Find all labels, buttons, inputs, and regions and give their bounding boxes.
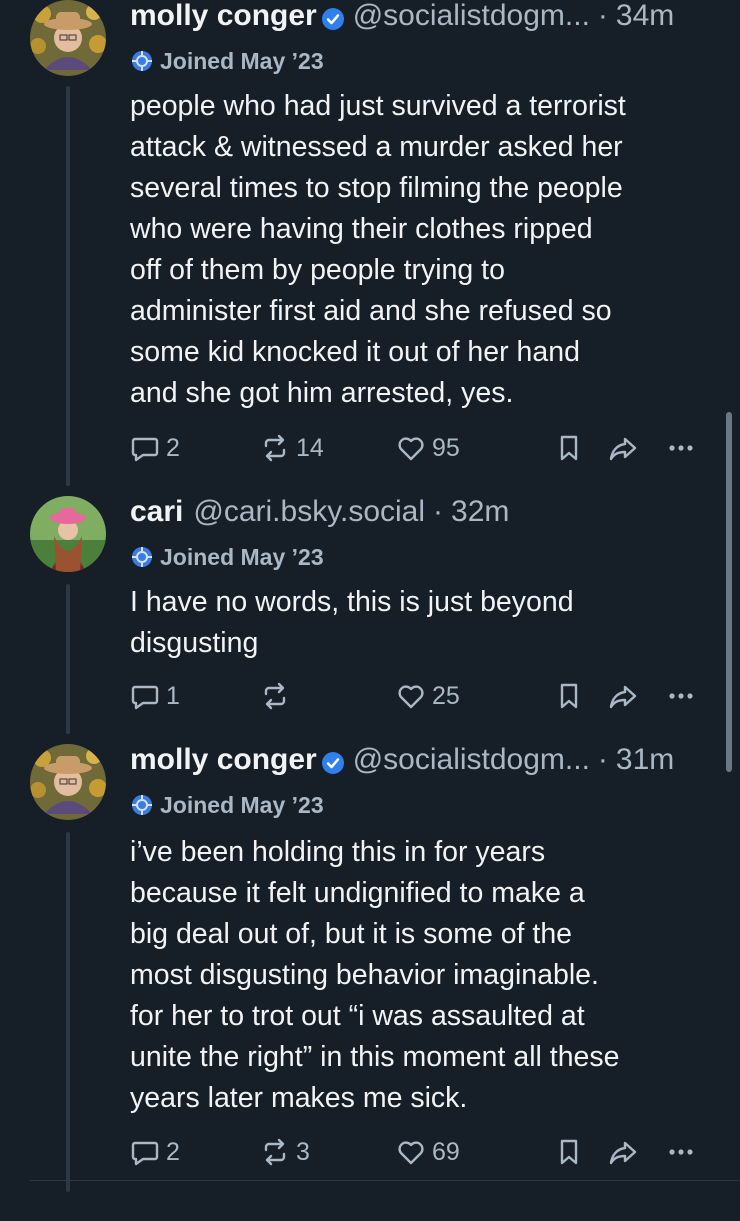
bookmark-icon <box>560 1139 578 1165</box>
like-count: 95 <box>432 433 460 462</box>
separator: · <box>433 495 444 528</box>
like-count: 69 <box>432 1137 460 1166</box>
repost-button[interactable] <box>260 676 296 716</box>
post-text-line: years later makes me sick. <box>130 1082 468 1114</box>
post-text-line: attack & witnessed a murder asked her <box>130 131 623 163</box>
avatar[interactable] <box>30 744 106 820</box>
timestamp[interactable]: 31m <box>616 742 674 778</box>
post-text-line: disgusting <box>130 627 259 659</box>
display-name[interactable]: molly conger <box>130 0 317 34</box>
timestamp[interactable]: 34m <box>616 0 674 34</box>
post-text-line: i’ve been holding this in for years <box>130 836 546 868</box>
repost-arrows-icon <box>264 434 286 462</box>
more-dots-icon <box>669 445 693 451</box>
joined-text: Joined May ’23 <box>160 791 324 818</box>
speech-bubble-icon <box>131 685 159 710</box>
bookmark-button[interactable] <box>554 1132 590 1172</box>
repost-button[interactable]: 3 <box>260 1132 310 1172</box>
reply-count: 1 <box>166 681 180 710</box>
handle[interactable]: @socialistdogm... <box>353 742 590 778</box>
bookmark-icon <box>560 435 578 461</box>
avatar[interactable] <box>30 0 106 76</box>
share-arrow-icon <box>609 437 637 461</box>
post-text-line: big deal out of, but it is some of the <box>130 918 573 950</box>
display-name[interactable]: cari <box>130 494 183 530</box>
repost-count: 14 <box>296 433 324 462</box>
post-text-line: and she got him arrested, yes. <box>130 377 514 409</box>
reply-button[interactable]: 2 <box>130 428 180 468</box>
post-text-line: because it felt undignified to make a <box>130 877 585 909</box>
post-actions: 1 25 <box>130 676 710 716</box>
separator: · <box>597 743 608 776</box>
reply-count: 2 <box>166 433 180 462</box>
joined-badge: Joined May ’23 <box>130 542 324 572</box>
new-user-badge-icon <box>132 547 152 567</box>
heart-icon <box>398 685 424 709</box>
reply-count: 2 <box>166 1137 180 1166</box>
repost-arrows-icon <box>264 1138 286 1166</box>
share-button[interactable] <box>608 676 644 716</box>
verified-check-icon <box>321 4 345 30</box>
post-text-line: some kid knocked it out of her hand <box>130 336 580 368</box>
post-actions: 2 3 69 <box>130 1132 710 1172</box>
post-text-line: administer first aid and she refused so <box>130 295 612 327</box>
more-button[interactable] <box>666 676 702 716</box>
share-arrow-icon <box>609 685 637 709</box>
post-text-line: unite the right” in this moment all thes… <box>130 1041 620 1073</box>
post[interactable]: molly conger @socialistdogm... · 31m Joi… <box>0 742 740 1184</box>
like-button[interactable]: 95 <box>396 428 460 468</box>
joined-badge: Joined May ’23 <box>130 46 324 76</box>
more-dots-icon <box>669 693 693 699</box>
more-dots-icon <box>669 1149 693 1155</box>
repost-count: 3 <box>296 1137 310 1166</box>
timestamp[interactable]: 32m <box>451 494 509 530</box>
new-user-badge-icon <box>132 51 152 71</box>
like-count: 25 <box>432 681 460 710</box>
heart-icon <box>398 1141 424 1165</box>
joined-text: Joined May ’23 <box>160 543 324 570</box>
post-text: people who had just survived a terrorist… <box>130 86 720 414</box>
post-text: i’ve been holding this in for years beca… <box>130 832 720 1119</box>
next-post-edge <box>30 1180 740 1221</box>
post-text-line: several times to stop filming the people <box>130 172 623 204</box>
post-text-line: who were having their clothes ripped <box>130 213 593 245</box>
heart-icon <box>398 437 424 461</box>
share-arrow-icon <box>609 1141 637 1165</box>
post-text-line: people who had just survived a terrorist <box>130 90 626 122</box>
separator: · <box>597 0 608 32</box>
display-name[interactable]: molly conger <box>130 742 317 778</box>
reply-button[interactable]: 2 <box>130 1132 180 1172</box>
like-button[interactable]: 69 <box>396 1132 460 1172</box>
bookmark-button[interactable] <box>554 428 590 468</box>
speech-bubble-icon <box>131 437 159 462</box>
more-button[interactable] <box>666 428 702 468</box>
post-text-line: off of them by people trying to <box>130 254 505 286</box>
post-text-line: for her to trot out “i was assaulted at <box>130 1000 585 1032</box>
post-text-line: I have no words, this is just beyond <box>130 586 574 618</box>
bookmark-icon <box>560 683 578 709</box>
repost-arrows-icon <box>264 682 286 710</box>
new-user-badge-icon <box>132 795 152 815</box>
handle[interactable]: @cari.bsky.social <box>193 494 425 530</box>
more-button[interactable] <box>666 1132 702 1172</box>
share-button[interactable] <box>608 428 644 468</box>
scrollbar[interactable] <box>726 412 732 772</box>
avatar[interactable] <box>30 496 106 572</box>
handle[interactable]: @socialistdogm... <box>353 0 590 34</box>
verified-check-icon <box>321 748 345 774</box>
post[interactable]: cari @cari.bsky.social · 32m Joined May … <box>0 494 740 732</box>
post-actions: 2 14 95 <box>130 428 710 468</box>
joined-text: Joined May ’23 <box>160 47 324 74</box>
post-text: I have no words, this is just beyond dis… <box>130 582 720 664</box>
post-text-line: most disgusting behavior imaginable. <box>130 959 599 991</box>
like-button[interactable]: 25 <box>396 676 460 716</box>
speech-bubble-icon <box>131 1141 159 1166</box>
share-button[interactable] <box>608 1132 644 1172</box>
joined-badge: Joined May ’23 <box>130 790 324 820</box>
repost-button[interactable]: 14 <box>260 428 324 468</box>
reply-button[interactable]: 1 <box>130 676 180 716</box>
bookmark-button[interactable] <box>554 676 590 716</box>
post[interactable]: molly conger @socialistdogm... · 34m Joi… <box>0 0 740 480</box>
